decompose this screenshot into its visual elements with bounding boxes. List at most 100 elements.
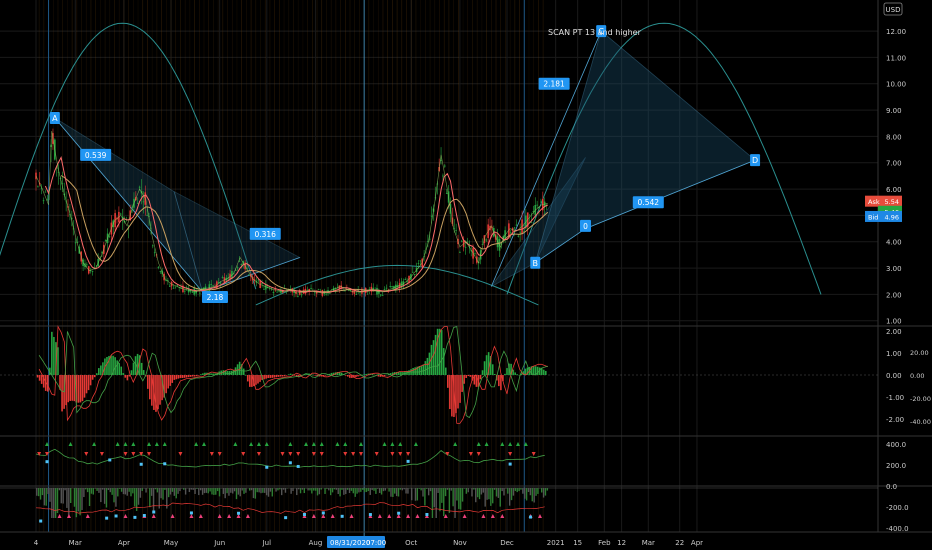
volume-bar bbox=[352, 488, 354, 494]
volume-bar bbox=[120, 488, 123, 492]
time-tick-11: 15 bbox=[573, 539, 582, 547]
volume-bar bbox=[113, 488, 115, 503]
oscillator-bar bbox=[189, 375, 192, 377]
volume-bar bbox=[205, 488, 208, 493]
oscillator-tick-3: -1.00 bbox=[886, 394, 904, 402]
candle-body bbox=[515, 224, 518, 226]
volume-bar bbox=[149, 488, 151, 508]
candle-body bbox=[159, 271, 162, 273]
candle-body bbox=[442, 175, 444, 177]
candle-body bbox=[221, 277, 224, 278]
volume-bar bbox=[296, 488, 298, 496]
oscillator-bar bbox=[347, 375, 349, 377]
volume-bar bbox=[514, 488, 517, 491]
volume-bar bbox=[41, 488, 44, 496]
volume-bar bbox=[184, 488, 187, 495]
oscillator-bar bbox=[200, 374, 202, 375]
time-tick-7: Oct bbox=[405, 539, 417, 547]
candle-body bbox=[460, 240, 463, 242]
volume-bar bbox=[454, 488, 456, 518]
ratio-label-5: 0 bbox=[583, 222, 588, 231]
volume-tick-2: 0.0 bbox=[886, 483, 897, 491]
oscillator-tick-1: 1.00 bbox=[886, 350, 902, 358]
volume-bar bbox=[209, 488, 211, 492]
volume-bar bbox=[265, 488, 268, 496]
oscillator-bar bbox=[514, 372, 516, 375]
volume-bar bbox=[414, 488, 417, 501]
volume-bar bbox=[267, 488, 270, 497]
oscillator-bar bbox=[177, 375, 180, 379]
oscillator-bar bbox=[257, 375, 259, 384]
chart-canvas[interactable]: ABCD 0.5390.3162.182.1810.5420 2.001.000… bbox=[0, 0, 932, 550]
volume-bar bbox=[411, 488, 413, 501]
volume-dot bbox=[529, 515, 533, 519]
volume-bar bbox=[307, 488, 309, 491]
candle-body bbox=[536, 204, 538, 206]
volume-bar bbox=[546, 488, 549, 491]
signal-dot bbox=[288, 461, 292, 465]
oscillator-bar bbox=[179, 375, 182, 378]
volume-bar bbox=[241, 488, 243, 491]
volume-bar bbox=[77, 488, 79, 512]
candle-body bbox=[74, 242, 77, 244]
volume-bar bbox=[495, 488, 498, 497]
volume-bar bbox=[109, 488, 111, 493]
oscillator-bar bbox=[500, 375, 502, 391]
oscillator-bar bbox=[159, 375, 161, 405]
oscillator-bar bbox=[281, 375, 284, 377]
volume-bar bbox=[264, 488, 266, 493]
volume-bar bbox=[314, 488, 317, 491]
volume-bar bbox=[390, 488, 392, 497]
candle-body bbox=[317, 289, 320, 291]
oscillator-bar bbox=[175, 375, 178, 380]
volume-bar bbox=[533, 488, 535, 503]
price-badge-name-2: Bid bbox=[868, 213, 878, 221]
volume-bar bbox=[380, 488, 383, 495]
oscillator-bar bbox=[434, 334, 437, 375]
volume-tick-4: -400.0 bbox=[886, 525, 909, 533]
oscillator-bar bbox=[228, 371, 231, 375]
oscillator-bar bbox=[469, 375, 472, 377]
oscillator-bar bbox=[38, 375, 41, 381]
oscillator-bar bbox=[106, 356, 108, 375]
volume-bar bbox=[260, 488, 262, 494]
candle-body bbox=[272, 292, 275, 293]
candle-body bbox=[236, 267, 239, 269]
volume-bar bbox=[245, 488, 247, 493]
oscillator-bar bbox=[259, 375, 261, 382]
signal-dot bbox=[139, 462, 143, 466]
candle-body bbox=[517, 235, 520, 237]
oscillator-bar bbox=[504, 373, 506, 375]
volume-dot bbox=[368, 513, 372, 517]
oscillator-bar bbox=[98, 368, 100, 375]
volume-bar bbox=[405, 488, 407, 494]
volume-tick-3: -200.0 bbox=[886, 504, 909, 512]
volume-bar bbox=[422, 488, 424, 497]
ratio-label-4: 0.542 bbox=[638, 198, 660, 207]
volume-bar bbox=[292, 488, 294, 491]
currency-badge[interactable]: USD bbox=[883, 2, 903, 16]
oscillator-bar bbox=[83, 375, 86, 398]
time-tick-4: Jun bbox=[213, 539, 225, 547]
candle-body bbox=[191, 291, 194, 293]
candle-body bbox=[86, 264, 88, 266]
candle-body bbox=[108, 236, 111, 238]
oscillator-bar bbox=[202, 373, 204, 375]
volume-bar bbox=[316, 488, 319, 496]
volume-bar bbox=[222, 488, 225, 494]
candle-body bbox=[42, 200, 45, 202]
volume-bar bbox=[478, 488, 481, 500]
volume-bar bbox=[345, 488, 347, 495]
candle-body bbox=[413, 274, 416, 275]
volume-bar bbox=[503, 488, 505, 496]
candle-body bbox=[381, 295, 384, 296]
oscillator-bar bbox=[169, 375, 172, 386]
candle-body bbox=[138, 186, 141, 188]
candle-body bbox=[184, 290, 186, 292]
volume-bar bbox=[252, 488, 255, 499]
oscillator-bar bbox=[110, 355, 112, 375]
oscillator-bar bbox=[116, 360, 118, 375]
volume-bar bbox=[394, 488, 396, 494]
oscillator-bar bbox=[46, 375, 49, 392]
volume-bar bbox=[378, 488, 381, 493]
